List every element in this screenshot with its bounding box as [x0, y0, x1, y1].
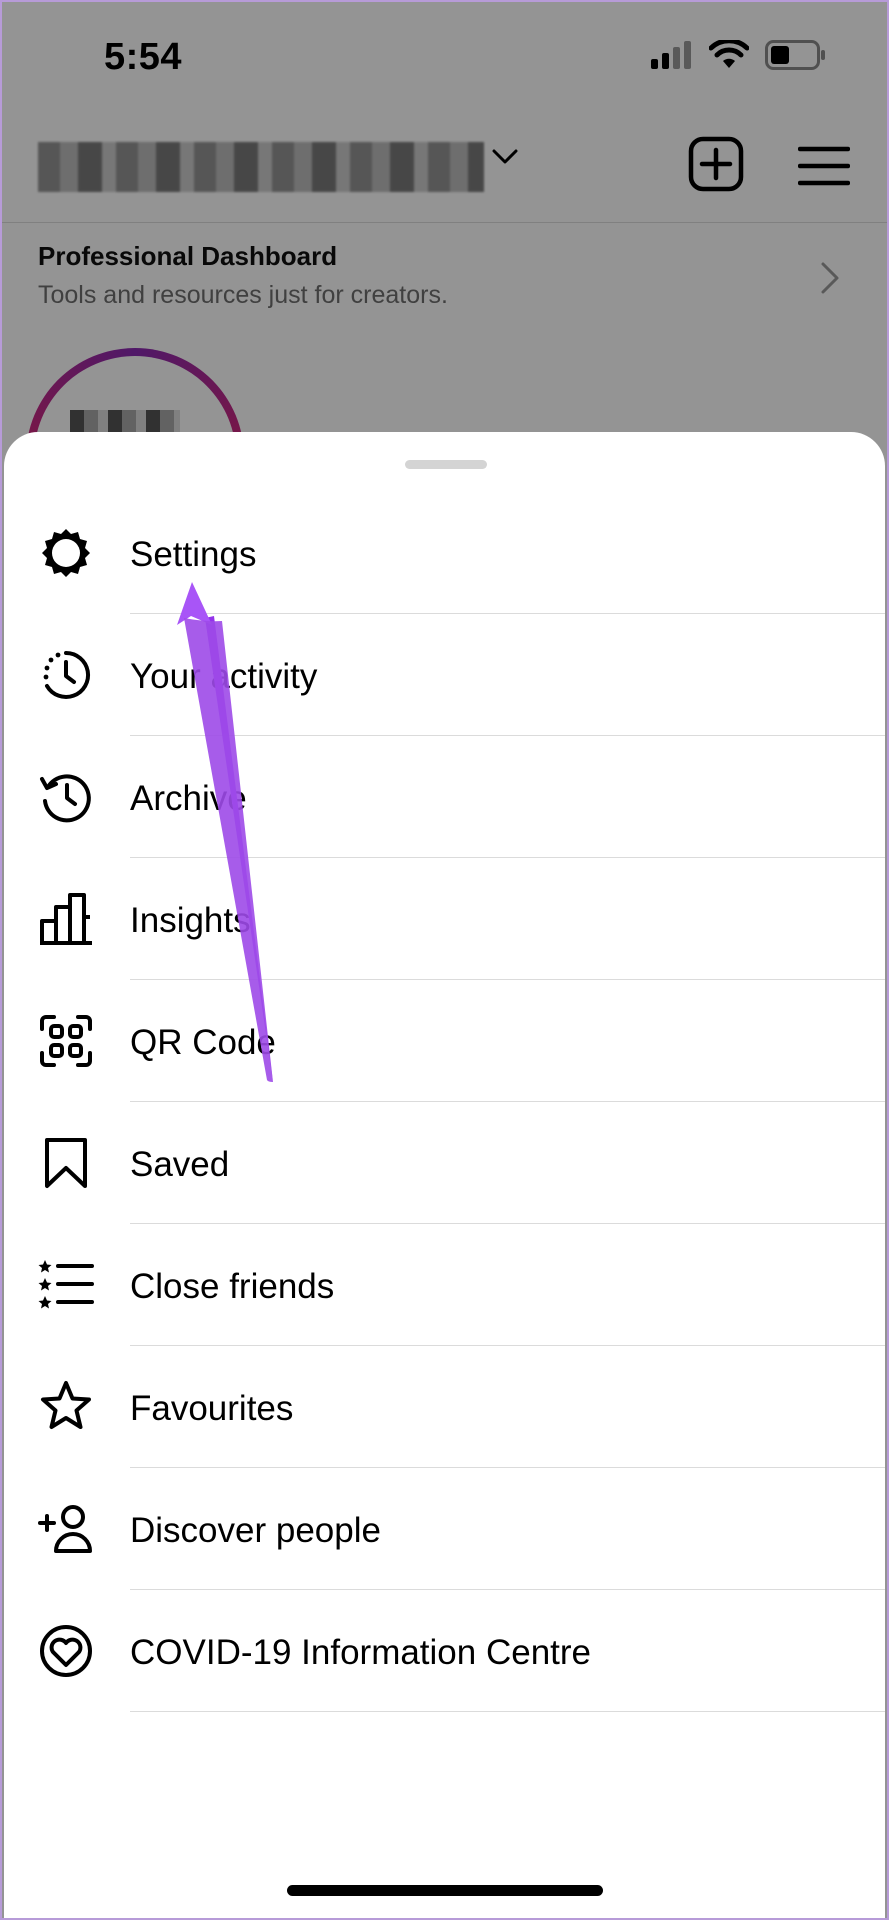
qr-code-icon [38, 1013, 94, 1069]
add-person-icon [38, 1501, 94, 1557]
menu-item-settings[interactable]: Settings [4, 492, 885, 614]
menu-item-label: Your activity [130, 657, 318, 696]
menu-item-covid-19-information-centre[interactable]: COVID-19 Information Centre [4, 1590, 885, 1712]
menu-item-label: Saved [130, 1145, 230, 1184]
menu-item-qr-code[interactable]: QR Code [4, 980, 885, 1102]
menu-item-label: Close friends [130, 1267, 335, 1306]
close-friends-list-icon [38, 1257, 94, 1313]
menu-item-label: Archive [130, 779, 247, 818]
menu-item-label: QR Code [130, 1023, 276, 1062]
menu-item-label: Settings [130, 535, 257, 574]
covid-heart-icon [38, 1623, 94, 1679]
profile-menu-sheet: Settings Your activity Archive Insights … [4, 432, 885, 1918]
archive-history-icon [38, 769, 94, 825]
menu-item-label: COVID-19 Information Centre [130, 1633, 592, 1672]
menu-item-your-activity[interactable]: Your activity [4, 614, 885, 736]
home-indicator[interactable] [287, 1885, 603, 1896]
menu-item-label: Discover people [130, 1511, 381, 1550]
menu-item-discover-people[interactable]: Discover people [4, 1468, 885, 1590]
bookmark-icon [38, 1135, 94, 1191]
menu-item-label: Insights [130, 901, 251, 940]
sheet-grabber[interactable] [405, 460, 487, 469]
star-icon [38, 1379, 94, 1435]
menu-item-saved[interactable]: Saved [4, 1102, 885, 1224]
divider [130, 1711, 885, 1712]
menu-item-close-friends[interactable]: Close friends [4, 1224, 885, 1346]
menu-item-label: Favourites [130, 1389, 294, 1428]
menu-item-insights[interactable]: Insights [4, 858, 885, 980]
menu-item-favourites[interactable]: Favourites [4, 1346, 885, 1468]
activity-clock-icon [38, 647, 94, 703]
menu-item-archive[interactable]: Archive [4, 736, 885, 858]
gear-icon [38, 525, 94, 581]
menu-list: Settings Your activity Archive Insights … [4, 492, 885, 1712]
bar-chart-icon [38, 891, 94, 947]
